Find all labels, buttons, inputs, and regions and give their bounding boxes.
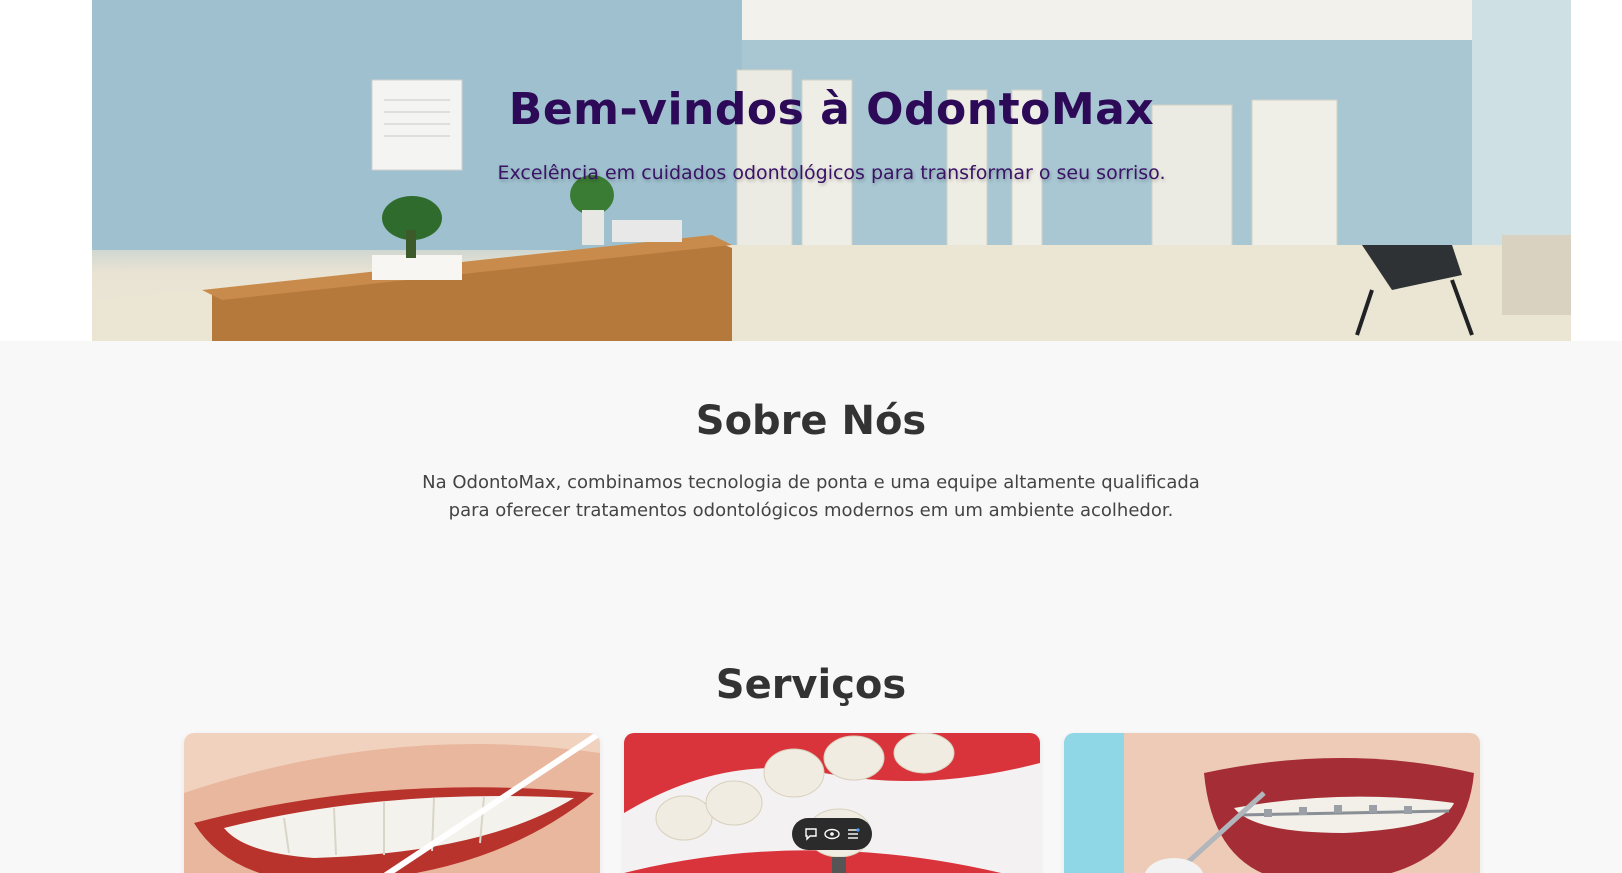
dental-implant-image: [624, 733, 1040, 873]
service-card-braces[interactable]: [1064, 733, 1480, 873]
eye-icon[interactable]: [823, 825, 841, 843]
hero-section: Bem-vindos à OdontoMax Excelência em cui…: [0, 0, 1622, 341]
about-text: Na OdontoMax, combinamos tecnologia de p…: [422, 472, 1200, 521]
teeth-whitening-image: [184, 733, 600, 873]
hero-subtitle: Excelência em cuidados odontológicos par…: [497, 162, 1166, 184]
comment-icon[interactable]: [802, 825, 820, 843]
service-card-whitening[interactable]: [184, 733, 600, 873]
braces-image: [1064, 733, 1480, 873]
services-title: Serviços: [715, 662, 907, 708]
menu-icon[interactable]: [844, 825, 862, 843]
floating-toolbar: [792, 818, 872, 850]
hero-title: Bem-vindos à OdontoMax: [508, 84, 1155, 135]
about-title: Sobre Nós: [695, 398, 927, 444]
hero-banner-image: Bem-vindos à OdontoMax Excelência em cui…: [92, 0, 1571, 341]
service-card-implant[interactable]: [624, 733, 1040, 873]
